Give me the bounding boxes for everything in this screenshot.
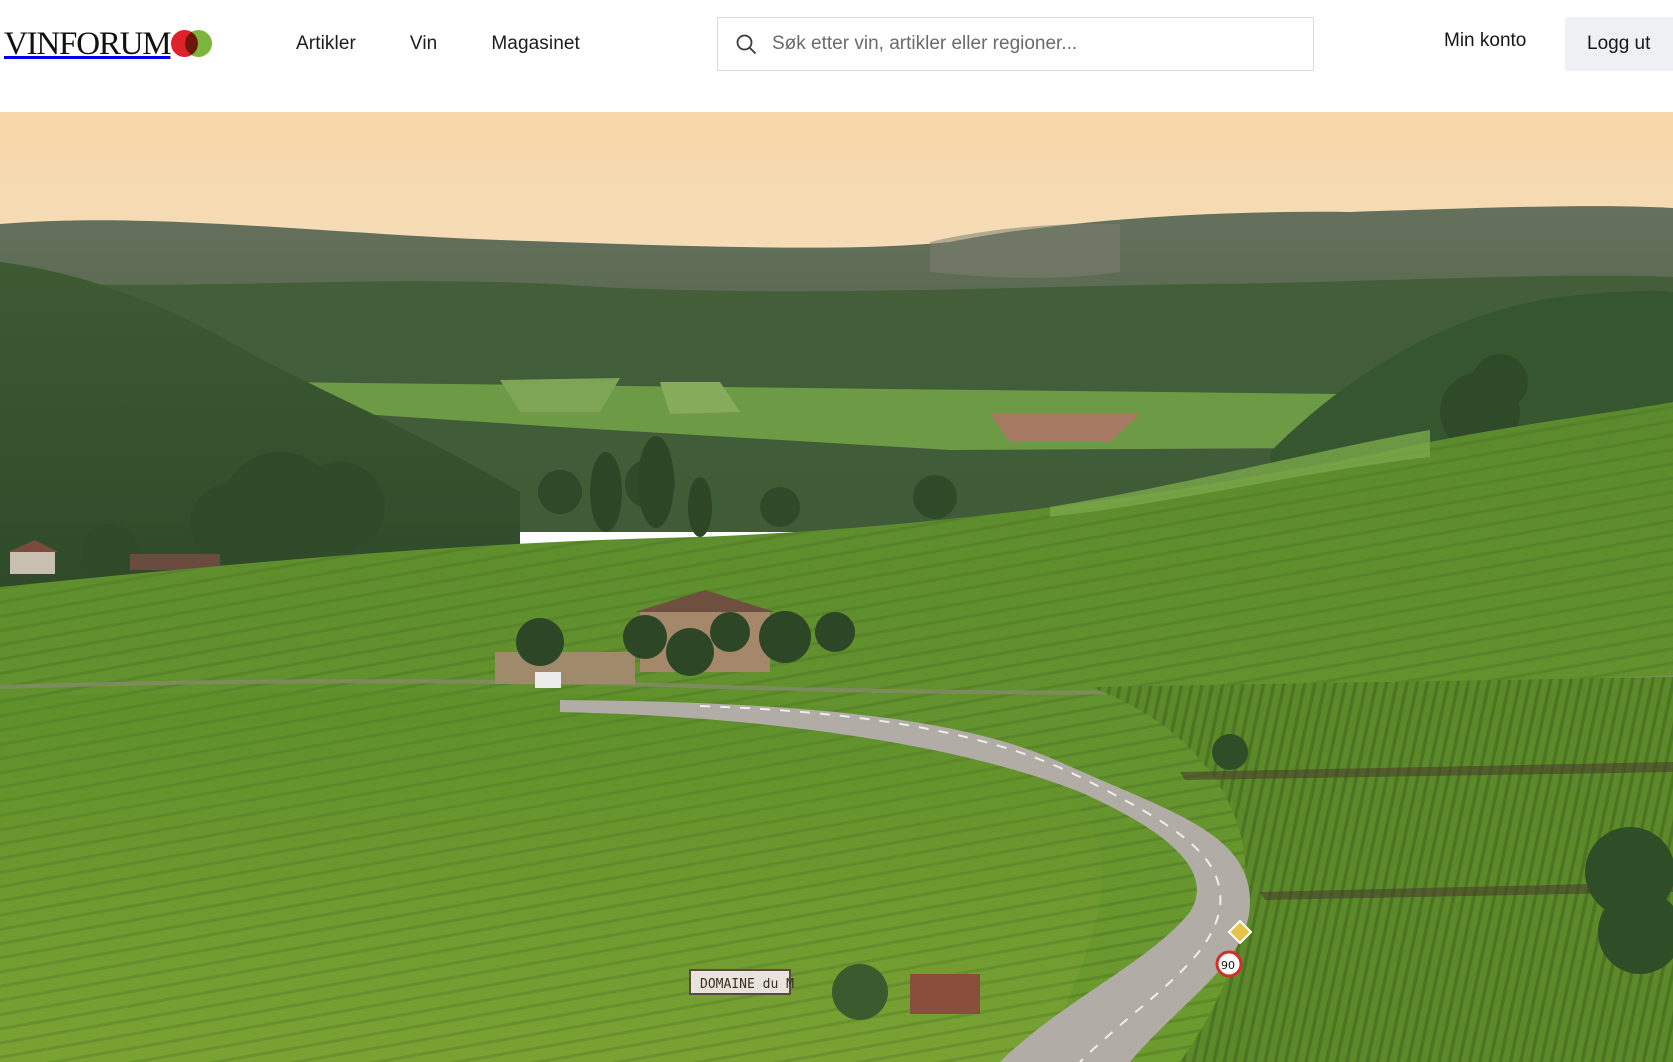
site-header: VINFORUM Artikler Vin Magasinet Min kont… (0, 0, 1673, 112)
vineyard-landscape-image: DOMAINE du M 90 (0, 112, 1673, 1062)
nav-item-artikler[interactable]: Artikler (296, 33, 356, 55)
search-input[interactable] (772, 33, 1272, 55)
logo-circles-icon (171, 29, 213, 59)
speed-limit-sign-text: 90 (1221, 959, 1235, 972)
nav-item-magasinet[interactable]: Magasinet (491, 33, 580, 55)
search-box[interactable] (717, 17, 1314, 71)
vinforum-logo[interactable]: VINFORUM (4, 24, 213, 64)
my-account-link[interactable]: Min konto (1444, 30, 1526, 52)
search-icon (736, 34, 756, 54)
main-nav: Artikler Vin Magasinet (296, 0, 634, 88)
domaine-sign-text: DOMAINE du M (700, 977, 794, 992)
nav-item-vin[interactable]: Vin (410, 33, 437, 55)
logout-button[interactable]: Logg ut (1565, 17, 1673, 71)
logo-wordmark: VINFORUM (4, 25, 172, 62)
hero-image: DOMAINE du M 90 (0, 112, 1673, 1062)
